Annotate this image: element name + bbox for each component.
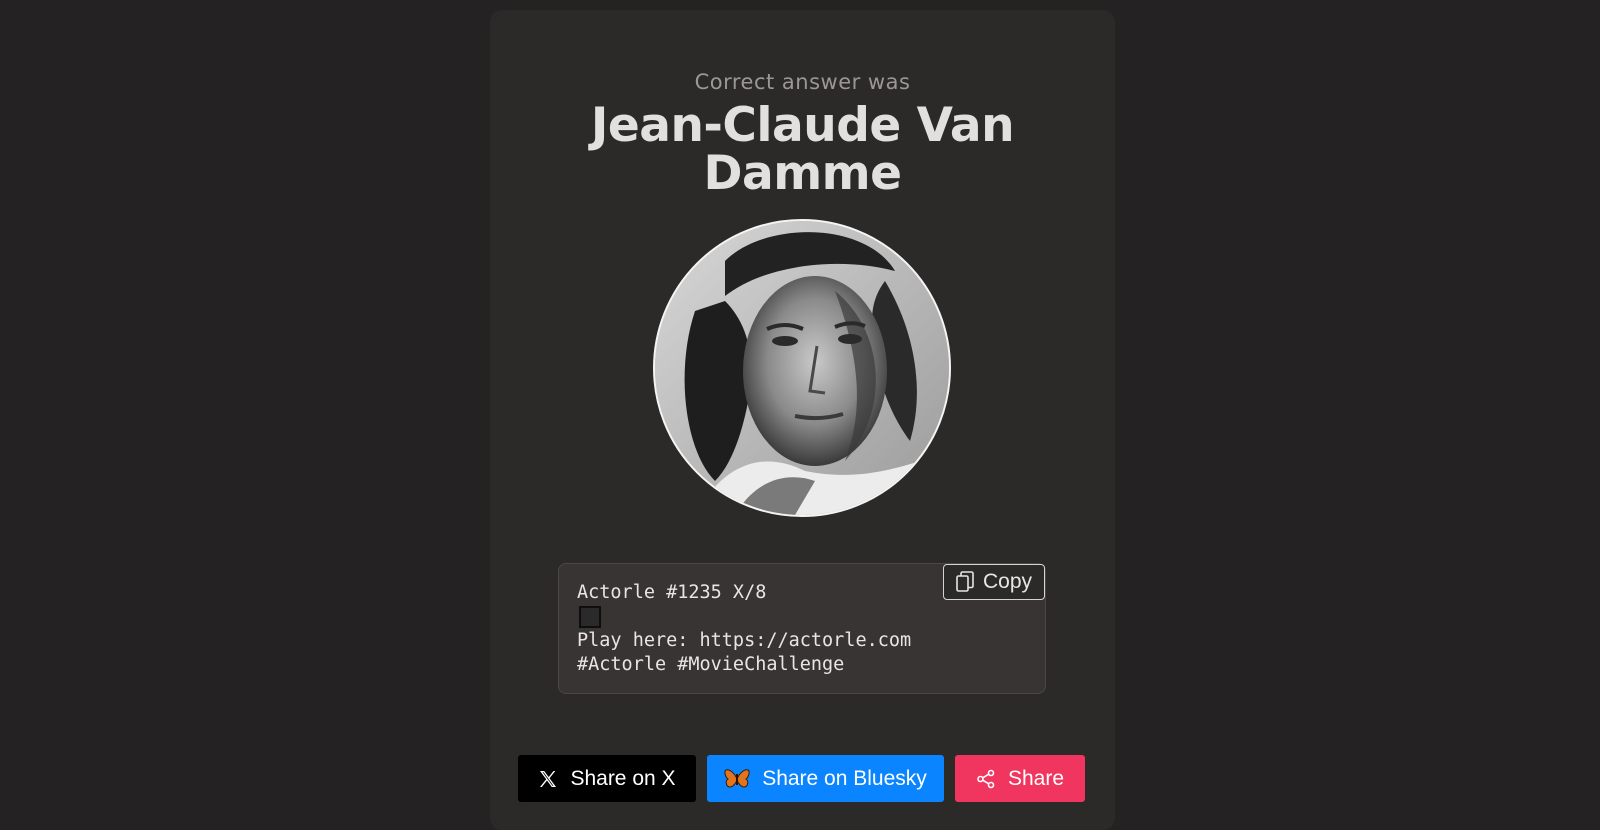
share-on-x-button[interactable]: Share on X (518, 755, 696, 802)
answer-name: Jean-Claude Van Damme (590, 98, 1015, 201)
share-on-x-label: Share on X (570, 766, 676, 790)
portrait-image (655, 221, 949, 515)
actor-portrait (653, 219, 951, 517)
butterfly-icon (724, 768, 750, 788)
share-icon (977, 769, 995, 788)
copy-button[interactable]: Copy (943, 564, 1045, 600)
share-on-bluesky-button[interactable]: Share on Bluesky (707, 755, 944, 802)
share-label: Share (1007, 766, 1065, 790)
share-buttons-row: Share on X Share on Bluesky Share (518, 755, 1085, 802)
share-text-box: Actorle #1235 X/8 Play here: https://act… (558, 563, 1046, 694)
share-line-url: Play here: https://actorle.com (577, 630, 912, 651)
x-logo-icon (540, 770, 557, 787)
share-line-title: Actorle #1235 X/8 (577, 582, 767, 603)
share-on-bluesky-label: Share on Bluesky (762, 766, 927, 790)
result-square-icon (579, 606, 601, 628)
result-card: Correct answer was Jean-Claude Van Damme (490, 10, 1115, 830)
share-button[interactable]: Share (955, 755, 1085, 802)
result-subtitle: Correct answer was (694, 70, 911, 94)
share-text: Actorle #1235 X/8 Play here: https://act… (577, 581, 911, 677)
share-line-hashtags: #Actorle #MovieChallenge (577, 654, 845, 675)
copy-icon (956, 571, 974, 592)
copy-label: Copy (982, 570, 1033, 593)
